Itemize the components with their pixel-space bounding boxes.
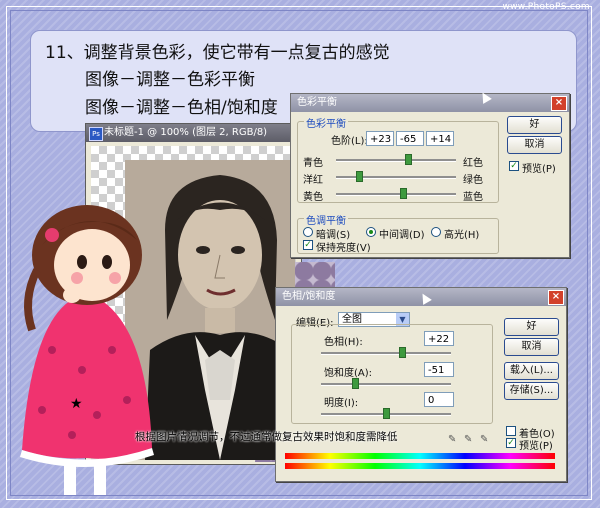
cyan-label: 青色: [303, 158, 323, 169]
menu-path-1: 图像－调整－色彩平衡: [85, 70, 255, 90]
cyan-red-slider[interactable]: [336, 154, 456, 165]
input-color-bar: [285, 453, 555, 459]
highlights-label: 高光(H): [444, 230, 480, 241]
blue-label: 蓝色: [463, 192, 483, 203]
preview-label: 预览(P): [522, 164, 556, 175]
load-button[interactable]: 载入(L)...: [504, 362, 559, 380]
cartoon-girl-illustration: ★: [20, 205, 154, 495]
step-title: 11、调整背景色彩，使它带有一点复古的感觉: [45, 43, 390, 63]
preview-checkbox[interactable]: ✓: [509, 161, 519, 171]
saturation-slider[interactable]: [321, 378, 451, 389]
ok-button[interactable]: 好: [504, 318, 559, 336]
lightness-slider[interactable]: [321, 408, 451, 419]
yellow-label: 黄色: [303, 192, 323, 203]
svg-text:★: ★: [70, 396, 83, 412]
hue-label: 色相(H):: [324, 337, 363, 348]
red-label: 红色: [463, 158, 483, 169]
hue-thumb[interactable]: [399, 347, 406, 358]
saturation-field[interactable]: -51: [424, 362, 454, 377]
midtones-radio[interactable]: [366, 227, 376, 237]
tone-balance-group-title: 色调平衡: [304, 212, 348, 227]
level-yellow-blue-field[interactable]: +14: [426, 131, 454, 146]
preserve-luminosity-label: 保持亮度(V): [316, 243, 371, 254]
eyedropper-plus-icon[interactable]: ✎: [464, 434, 472, 445]
cancel-button[interactable]: 取消: [507, 136, 562, 154]
level-magenta-green-field[interactable]: -65: [396, 131, 424, 146]
saturation-label: 饱和度(A):: [324, 368, 373, 379]
levels-label: 色阶(L):: [331, 136, 368, 147]
preview-checkbox[interactable]: ✓: [506, 438, 516, 448]
close-icon[interactable]: ×: [551, 96, 567, 111]
menu-path-2: 图像－调整－色相/饱和度: [85, 98, 278, 118]
color-balance-titlebar[interactable]: 色彩平衡 ×: [291, 94, 569, 112]
yellow-blue-thumb[interactable]: [400, 188, 408, 199]
floral-background-strip: [295, 262, 335, 290]
level-cyan-red-field[interactable]: +23: [366, 131, 394, 146]
photoshop-icon: Ps: [89, 127, 103, 141]
colorize-checkbox[interactable]: [506, 426, 516, 436]
eyedropper-icon[interactable]: ✎: [448, 434, 456, 445]
saturation-thumb[interactable]: [352, 378, 359, 389]
midtones-label: 中间调(D): [379, 230, 425, 241]
color-balance-title: 色彩平衡: [297, 97, 337, 108]
shadows-radio[interactable]: [303, 227, 313, 237]
preview-label: 预览(P): [519, 441, 553, 452]
color-balance-dialog[interactable]: 色彩平衡 × 色彩平衡 色阶(L): +23 -65 +14 青色 红色 洋红 …: [290, 93, 570, 258]
document-title: 未标题-1 @ 100% (图层 2, RGB/8): [104, 127, 268, 138]
cancel-button[interactable]: 取消: [504, 338, 559, 356]
tip-caption: 根据图片情况调节，不过通常做复古效果时饱和度需降低: [135, 431, 398, 443]
document-titlebar[interactable]: Ps 未标题-1 @ 100% (图层 2, RGB/8): [86, 124, 301, 142]
lightness-thumb[interactable]: [383, 408, 390, 419]
green-label: 绿色: [463, 175, 483, 186]
color-balance-group-title: 色彩平衡: [304, 115, 348, 130]
highlights-radio[interactable]: [431, 227, 441, 237]
magenta-green-thumb[interactable]: [355, 171, 363, 182]
output-color-bar: [285, 463, 555, 469]
cyan-red-thumb[interactable]: [405, 154, 413, 165]
preserve-luminosity-checkbox[interactable]: ✓: [303, 240, 313, 250]
hue-saturation-title: 色相/饱和度: [282, 291, 336, 302]
lightness-field[interactable]: 0: [424, 392, 454, 407]
hue-slider[interactable]: [321, 347, 451, 358]
watermark: www.PhotoPS.com: [502, 2, 590, 12]
magenta-label: 洋红: [303, 175, 323, 186]
lightness-label: 明度(I):: [324, 398, 359, 409]
ok-button[interactable]: 好: [507, 116, 562, 134]
yellow-blue-slider[interactable]: [336, 188, 456, 199]
save-button[interactable]: 存储(S)...: [504, 382, 559, 400]
hue-field[interactable]: +22: [424, 331, 454, 346]
eyedropper-minus-icon[interactable]: ✎: [480, 434, 488, 445]
close-icon[interactable]: ×: [548, 290, 564, 305]
magenta-green-slider[interactable]: [336, 171, 456, 182]
